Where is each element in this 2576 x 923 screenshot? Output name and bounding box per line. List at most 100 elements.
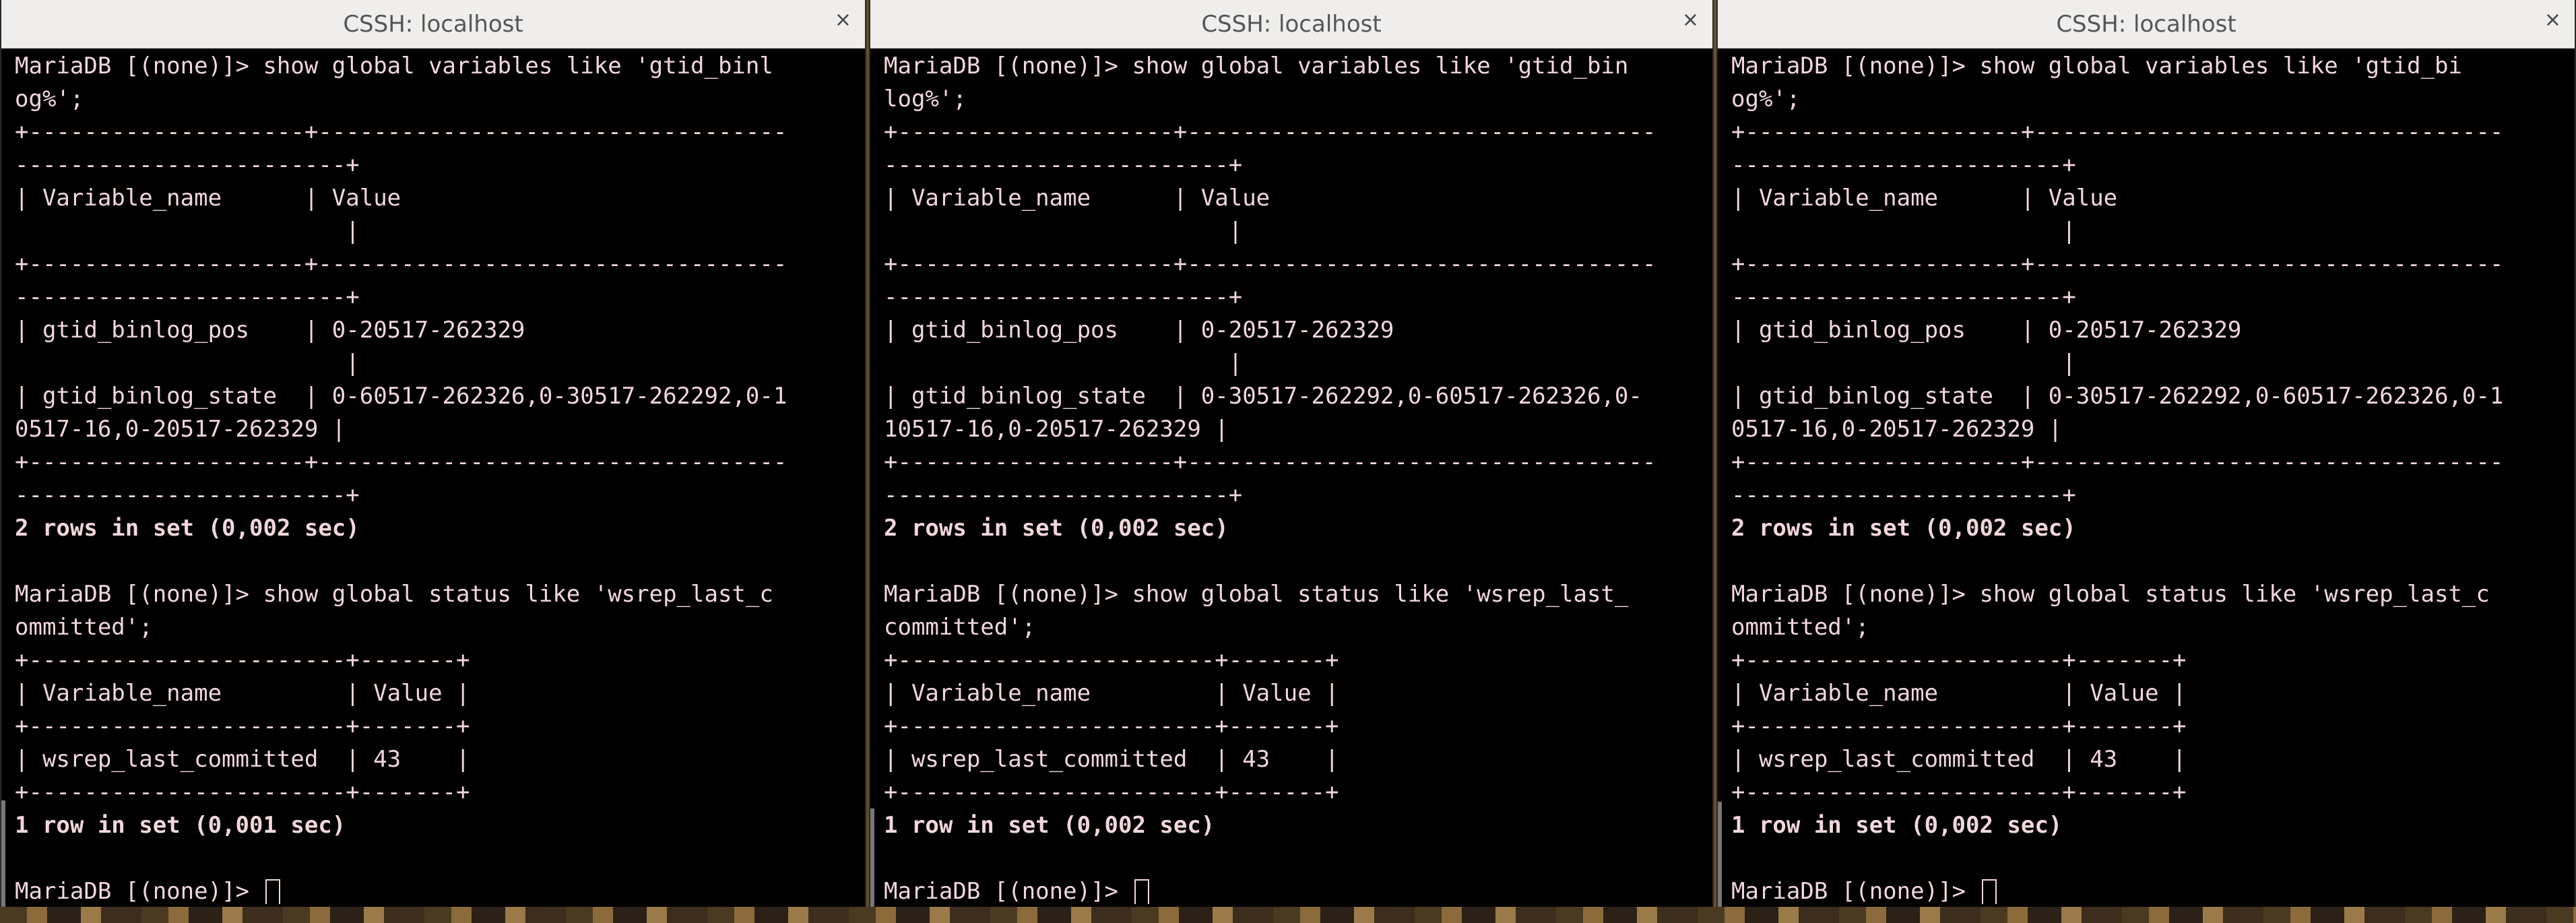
terminal-line: +--------------------+------------------… [15,449,787,476]
terminal-line: | Variable_name | Value | [884,680,1339,707]
terminal-line: ------------------------+ [15,152,360,179]
terminal-line: | wsrep_last_committed | 43 | [15,746,470,773]
terminal-line: +--------------------+------------------… [884,119,1656,146]
window-titlebar[interactable]: CSSH: localhost × [870,0,1712,49]
text-cursor [265,879,281,904]
window-title: CSSH: localhost [343,10,523,38]
terminal-line: -------------------------+ [884,284,1243,311]
terminal-window-3[interactable]: CSSH: localhost × MariaDB [(none)]> show… [1716,0,2576,907]
terminal-line: | Variable_name | Value [15,185,401,212]
terminal-line: +-----------------------+-------+ [884,779,1339,806]
terminal-line: ------------------------+ [1731,482,2076,509]
terminal-line: +-----------------------+-------+ [1731,713,2187,740]
scrollbar[interactable] [1,800,5,907]
text-cursor [1134,879,1150,904]
terminal-line: | gtid_binlog_state | 0-60517-262326,0-3… [15,383,787,410]
terminal-line: MariaDB [(none)]> [15,875,865,904]
terminal-line: | [15,218,360,245]
terminal-line: | gtid_binlog_state | 0-30517-262292,0-6… [884,383,1642,410]
terminal-line: 0517-16,0-20517-262329 | [1731,416,2063,443]
terminal-line: +--------------------+------------------… [1731,251,2504,278]
terminal-screen[interactable]: MariaDB [(none)]> show global variables … [870,49,1712,904]
terminal-screen[interactable]: MariaDB [(none)]> show global variables … [1,49,865,904]
terminal-line: MariaDB [(none)]> [1731,875,2575,904]
window-title: CSSH: localhost [2056,10,2236,38]
terminal-line: | gtid_binlog_state | 0-30517-262292,0-6… [1731,383,2504,410]
terminal-line: 2 rows in set (0,002 sec) [1731,515,2076,542]
terminal-line: +-----------------------+-------+ [15,779,470,806]
terminal-line: -------------------------+ [884,482,1243,509]
terminal-line: 1 row in set (0,002 sec) [884,812,1215,839]
terminal-line: +-----------------------+-------+ [884,713,1339,740]
terminal-line: log%'; [884,86,967,113]
close-icon[interactable]: × [1682,8,1699,32]
terminal-line: MariaDB [(none)]> show global variables … [15,53,773,79]
terminal-line: | gtid_binlog_pos | 0-20517-262329 [1731,317,2242,344]
terminal-line: +-----------------------+-------+ [15,713,470,740]
terminal-line: +-----------------------+-------+ [1731,647,2187,674]
terminal-line: committed'; [884,614,1036,641]
terminal-line: og%'; [15,86,84,113]
terminal-line: MariaDB [(none)]> [884,875,1712,904]
text-cursor [1982,879,1997,904]
terminal-line: +--------------------+------------------… [1731,449,2504,476]
terminal-line: 2 rows in set (0,002 sec) [15,515,360,542]
terminal-line: 2 rows in set (0,002 sec) [884,515,1229,542]
terminal-line: | Variable_name | Value [884,185,1270,212]
terminal-line: +--------------------+------------------… [884,251,1656,278]
terminal-line: MariaDB [(none)]> show global status lik… [884,581,1629,608]
terminal-line: 10517-16,0-20517-262329 | [884,416,1229,443]
terminal-line: MariaDB [(none)]> show global variables … [1731,53,2462,79]
close-icon[interactable]: × [2544,8,2561,32]
scrollbar[interactable] [1718,802,1722,907]
terminal-line: 0517-16,0-20517-262329 | [15,416,346,443]
terminal-line: ------------------------+ [1731,152,2076,179]
terminal-line: MariaDB [(none)]> show global status lik… [15,581,773,608]
terminal-line: ------------------------+ [15,284,360,311]
terminal-line: +--------------------+------------------… [15,119,787,146]
scrollbar[interactable] [870,808,874,907]
terminal-line: | [884,350,1243,377]
terminal-line: 1 row in set (0,001 sec) [15,812,346,839]
terminal-line: | [15,350,360,377]
terminal-line: ------------------------+ [1731,284,2076,311]
desktop-wallpaper [0,907,2576,923]
terminal-line: | Variable_name | Value | [15,680,470,707]
terminal-line: 1 row in set (0,002 sec) [1731,812,2063,839]
window-title: CSSH: localhost [1201,10,1382,38]
terminal-line: | Variable_name | Value [1731,185,2118,212]
terminal-line: -------------------------+ [884,152,1243,179]
terminal-line: MariaDB [(none)]> show global status lik… [1731,581,2490,608]
terminal-line: | gtid_binlog_pos | 0-20517-262329 [15,317,525,344]
terminal-line: og%'; [1731,86,1801,113]
terminal-line: | [884,218,1243,245]
close-icon[interactable]: × [835,8,851,32]
terminal-line: +-----------------------+-------+ [884,647,1339,674]
terminal-line: | wsrep_last_committed | 43 | [1731,746,2187,773]
terminal-line: ommitted'; [15,614,153,641]
terminal-line: MariaDB [(none)]> show global variables … [884,53,1629,79]
terminal-line: | Variable_name | Value | [1731,680,2187,707]
terminal-line: +-----------------------+-------+ [15,647,470,674]
terminal-window-2[interactable]: CSSH: localhost × MariaDB [(none)]> show… [869,0,1714,907]
terminal-line: | [1731,350,2076,377]
terminal-screen[interactable]: MariaDB [(none)]> show global variables … [1718,49,2575,904]
terminal-line: +-----------------------+-------+ [1731,779,2187,806]
terminal-line: | [1731,218,2076,245]
terminal-line: | gtid_binlog_pos | 0-20517-262329 [884,317,1394,344]
window-titlebar[interactable]: CSSH: localhost × [1,0,865,49]
terminal-window-1[interactable]: CSSH: localhost × MariaDB [(none)]> show… [0,0,866,907]
terminal-line: +--------------------+------------------… [15,251,787,278]
terminal-line: +--------------------+------------------… [1731,119,2504,146]
terminal-line: +--------------------+------------------… [884,449,1656,476]
terminal-line: | wsrep_last_committed | 43 | [884,746,1339,773]
window-titlebar[interactable]: CSSH: localhost × [1718,0,2575,49]
terminal-line: ------------------------+ [15,482,360,509]
terminal-line: ommitted'; [1731,614,1869,641]
